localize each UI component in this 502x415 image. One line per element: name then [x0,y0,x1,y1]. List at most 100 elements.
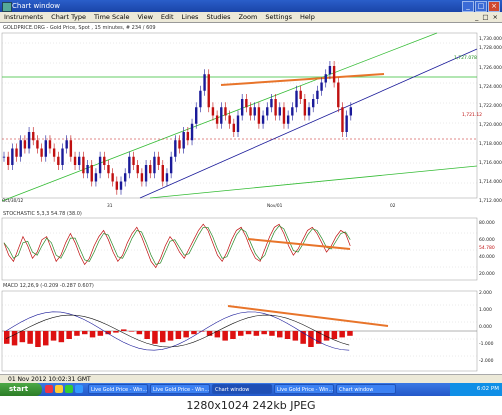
price-tick: 1,712.000 [479,199,502,204]
green-channel-upper [1,32,438,202]
macd-tick: 1.000 [479,308,492,313]
macd-histogram-bar [144,331,150,339]
macd-histogram-bar [136,331,143,335]
folder-icon[interactable] [55,385,63,393]
macd-histogram-bar [35,331,41,347]
blue-trend-line [139,48,478,199]
maximize-button[interactable]: □ [475,1,487,12]
candle-body [195,107,198,124]
desktop-icon[interactable] [75,385,83,393]
candle-body [57,156,60,165]
media-icon[interactable] [65,385,73,393]
candle-body [274,99,277,116]
candle-body [2,156,6,158]
price-tick: 1,716.000 [479,161,502,166]
candle-body [157,156,160,165]
menu-instruments[interactable]: Instruments [0,12,47,22]
time-axis-day-label: 02 [390,204,396,209]
candle-body [107,165,110,174]
clock[interactable]: 6:02 PM [477,386,499,392]
macd-histogram-bar [261,331,267,335]
candle-body [232,123,236,132]
macd-histogram-bar [230,331,236,339]
candle-body [90,165,93,182]
menu-studies[interactable]: Studies [202,12,234,22]
time-axis-day-label: Nov/01 [267,204,283,209]
menu-zoom[interactable]: Zoom [235,12,262,22]
image-caption: 1280x1024 242kb JPEG [0,396,502,415]
taskbar-item[interactable]: Chart window [336,384,396,394]
macd-histogram-bar [183,331,189,338]
candle-body [207,74,210,108]
taskbar: start Live Gold Price - Win... Live Gold… [0,383,502,396]
macd-histogram-bar [74,331,80,336]
macd-histogram-bar [50,331,57,341]
window-title: Chart window [12,2,61,10]
macd-histogram-bar [89,331,96,338]
window-titlebar: Chart window _ □ × [0,0,502,12]
candle-body [341,107,344,132]
candle-body [115,181,119,190]
candle-body [161,165,164,182]
candle-body [123,173,127,182]
mdi-close-button[interactable]: × [492,12,499,22]
macd-histogram-bar [97,331,104,336]
candle-body [278,107,281,116]
candle-body [27,132,31,149]
stochastic-panel-frame [1,217,478,281]
chart-canvas[interactable] [0,23,502,375]
candle-body [149,165,152,174]
menu-settings[interactable]: Settings [261,12,296,22]
candle-body [291,107,294,116]
start-button[interactable]: start [0,383,42,396]
candle-body [165,173,169,182]
stoch-tick: 80.000 [479,221,495,226]
macd-histogram-bar [253,331,260,336]
taskbar-item[interactable]: Live Gold Price - Win... [150,384,210,394]
start-label: start [9,385,29,393]
browser-icon[interactable] [45,385,53,393]
candle-body [249,107,252,116]
stoch-tick: 40.000 [479,255,495,260]
candle-body [220,107,223,124]
candle-body [240,99,244,116]
macd-histogram-bar [160,331,166,343]
candle-body [228,115,231,124]
candle-body [286,115,290,124]
stoch-tick: 20.000 [479,272,495,277]
taskbar-item[interactable]: Live Gold Price - Win... [88,384,148,394]
macd-histogram-bar [167,331,174,341]
menu-chart-type[interactable]: Chart Type [47,12,90,22]
minimize-button[interactable]: _ [462,1,474,12]
mdi-restore-button[interactable]: □ [481,12,489,22]
candle-body [186,132,190,141]
price-tick: 1,728.000 [479,46,502,51]
price-marker-red: 1,721.12 [462,113,483,118]
candle-body [253,107,256,116]
macd-histogram-bar [347,331,353,336]
candle-body [320,82,323,91]
candle-body [153,156,156,174]
candle-body [103,156,106,165]
close-button[interactable]: × [488,1,500,12]
macd-tick: 0.000 [479,325,492,330]
menu-edit[interactable]: Edit [157,12,178,22]
macd-tick: -2.000 [479,359,494,364]
mdi-minimize-button[interactable]: _ [474,12,479,22]
macd-histogram-bar [191,331,197,335]
candle-body [82,156,85,174]
menu-time-scale[interactable]: Time Scale [90,12,133,22]
menu-lines[interactable]: Lines [178,12,203,22]
candle-body [312,99,315,108]
taskbar-item[interactable]: Live Gold Price - Win... [274,384,334,394]
macd-histogram-bar [82,331,88,335]
chart-area[interactable]: GOLDPRICE.ORG - Gold Price, Spot , 15 mi… [0,22,502,375]
candle-body [48,140,52,149]
candle-body [52,148,56,157]
menu-help[interactable]: Help [296,12,319,22]
menu-view[interactable]: View [133,12,156,22]
taskbar-item[interactable]: Chart window [212,384,272,394]
candle-body [128,156,131,174]
candle-body [19,140,22,157]
stochastic-info: STOCHASTIC 5,3,3 54.78 (38.0) [3,211,82,217]
